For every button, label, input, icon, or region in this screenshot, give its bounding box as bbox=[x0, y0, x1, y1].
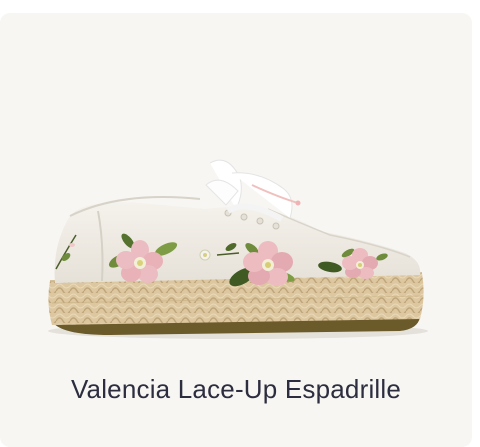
product-image[interactable] bbox=[0, 13, 472, 363]
product-name[interactable]: Valencia Lace-Up Espadrille bbox=[0, 374, 472, 405]
